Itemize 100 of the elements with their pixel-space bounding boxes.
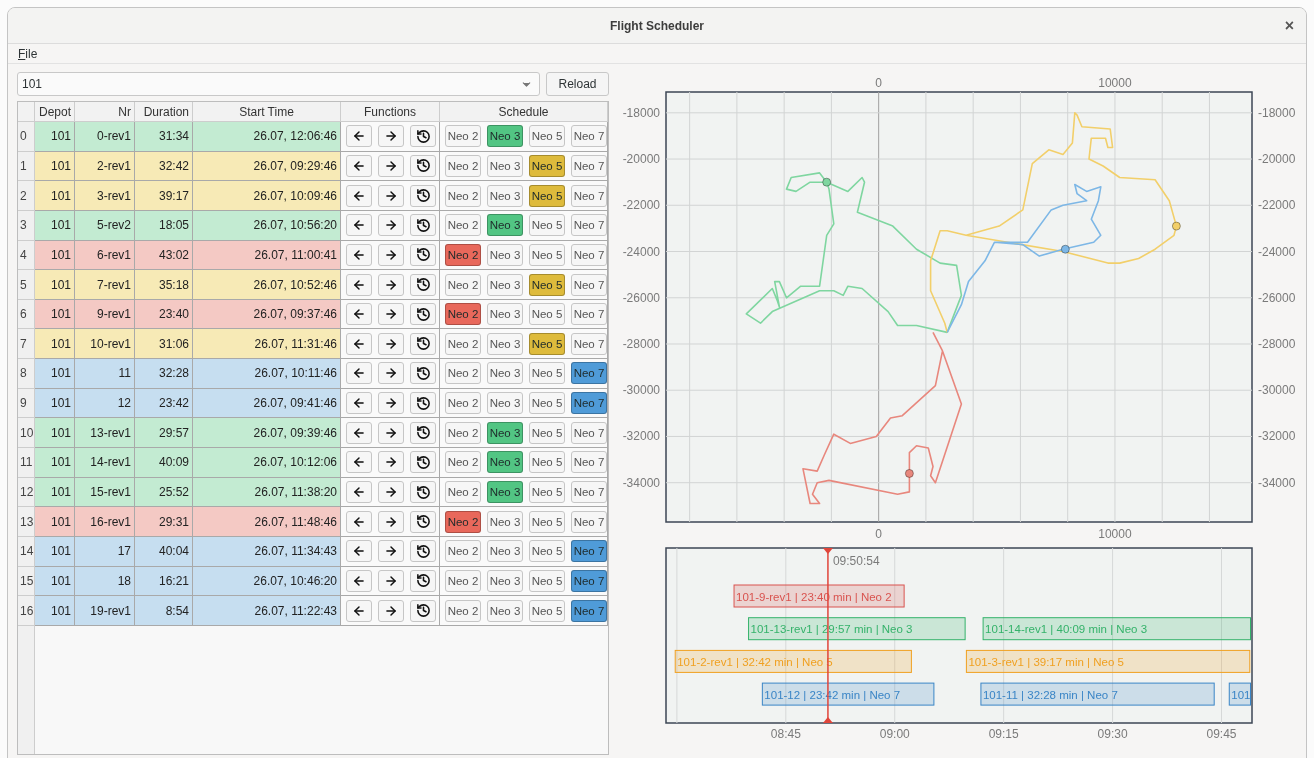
move-right-button[interactable]	[378, 510, 404, 533]
vehicle-toggle[interactable]: Neo 3	[487, 599, 523, 622]
vehicle-toggle[interactable]: Neo 3	[487, 481, 523, 503]
vehicle-toggle[interactable]: Neo 7	[571, 362, 607, 385]
move-left-button[interactable]	[346, 421, 372, 444]
vehicle-toggle[interactable]: Neo 5	[529, 481, 565, 503]
move-right-button[interactable]	[378, 184, 404, 207]
vehicle-toggle[interactable]: Neo 3	[487, 273, 523, 296]
reset-button[interactable]	[410, 392, 436, 415]
reset-button[interactable]	[410, 451, 436, 474]
vehicle-toggle[interactable]: Neo 2	[445, 125, 481, 148]
vehicle-toggle[interactable]: Neo 5	[529, 243, 565, 266]
vehicle-toggle[interactable]: Neo 2	[445, 243, 481, 266]
reset-button[interactable]	[410, 125, 436, 148]
vehicle-toggle[interactable]: Neo 3	[487, 421, 523, 444]
vehicle-toggle[interactable]: Neo 2	[445, 421, 481, 444]
vehicle-toggle[interactable]: Neo 7	[571, 569, 607, 592]
vehicle-toggle[interactable]: Neo 7	[571, 540, 607, 563]
vehicle-toggle[interactable]: Neo 3	[487, 125, 523, 148]
reset-button[interactable]	[410, 599, 436, 622]
move-right-button[interactable]	[378, 569, 404, 592]
column-header[interactable]: Depot	[35, 102, 75, 122]
move-right-button[interactable]	[378, 599, 404, 622]
move-left-button[interactable]	[346, 154, 372, 177]
reset-button[interactable]	[410, 303, 436, 326]
column-header[interactable]: Functions	[341, 102, 440, 122]
vehicle-toggle[interactable]: Neo 2	[445, 510, 481, 533]
vehicle-toggle[interactable]: Neo 7	[571, 184, 607, 207]
reset-button[interactable]	[410, 154, 436, 177]
vehicle-toggle[interactable]: Neo 2	[445, 362, 481, 385]
reset-button[interactable]	[410, 510, 436, 533]
move-right-button[interactable]	[378, 154, 404, 177]
vehicle-toggle[interactable]: Neo 2	[445, 214, 481, 237]
menu-item[interactable]: File	[18, 46, 38, 61]
vehicle-toggle[interactable]: Neo 5	[529, 273, 565, 296]
move-left-button[interactable]	[346, 332, 372, 355]
vehicle-toggle[interactable]: Neo 2	[445, 481, 481, 503]
vehicle-toggle[interactable]: Neo 3	[487, 540, 523, 563]
vehicle-toggle[interactable]: Neo 7	[571, 214, 607, 237]
vehicle-toggle[interactable]: Neo 7	[571, 392, 607, 415]
vehicle-toggle[interactable]: Neo 2	[445, 392, 481, 415]
reset-button[interactable]	[410, 540, 436, 563]
move-right-button[interactable]	[378, 273, 404, 296]
vehicle-toggle[interactable]: Neo 5	[529, 421, 565, 444]
move-left-button[interactable]	[346, 125, 372, 148]
move-left-button[interactable]	[346, 481, 372, 503]
vehicle-toggle[interactable]: Neo 2	[445, 273, 481, 296]
move-right-button[interactable]	[378, 362, 404, 385]
move-left-button[interactable]	[346, 599, 372, 622]
vehicle-toggle[interactable]: Neo 5	[529, 214, 565, 237]
close-button[interactable]: ×	[1280, 16, 1298, 35]
vehicle-toggle[interactable]: Neo 5	[529, 540, 565, 563]
vehicle-toggle[interactable]: Neo 3	[487, 243, 523, 266]
depot-select[interactable]: 101	[17, 72, 540, 96]
move-left-button[interactable]	[346, 362, 372, 385]
vehicle-toggle[interactable]: Neo 3	[487, 332, 523, 355]
vehicle-toggle[interactable]: Neo 7	[571, 273, 607, 296]
vehicle-toggle[interactable]: Neo 3	[487, 362, 523, 385]
vehicle-toggle[interactable]: Neo 7	[571, 125, 607, 148]
move-left-button[interactable]	[346, 451, 372, 474]
vehicle-toggle[interactable]: Neo 2	[445, 303, 481, 326]
vehicle-toggle[interactable]: Neo 5	[529, 125, 565, 148]
vehicle-toggle[interactable]: Neo 5	[529, 303, 565, 326]
vehicle-toggle[interactable]: Neo 7	[571, 481, 607, 503]
vehicle-toggle[interactable]: Neo 7	[571, 243, 607, 266]
vehicle-toggle[interactable]: Neo 2	[445, 540, 481, 563]
reset-button[interactable]	[410, 214, 436, 237]
vehicle-toggle[interactable]: Neo 7	[571, 154, 607, 177]
move-right-button[interactable]	[378, 481, 404, 503]
reset-button[interactable]	[410, 362, 436, 385]
move-right-button[interactable]	[378, 421, 404, 444]
move-left-button[interactable]	[346, 510, 372, 533]
reset-button[interactable]	[410, 184, 436, 207]
move-left-button[interactable]	[346, 184, 372, 207]
move-right-button[interactable]	[378, 125, 404, 148]
move-left-button[interactable]	[346, 392, 372, 415]
vehicle-toggle[interactable]: Neo 7	[571, 510, 607, 533]
vehicle-toggle[interactable]: Neo 7	[571, 451, 607, 474]
vehicle-toggle[interactable]: Neo 3	[487, 154, 523, 177]
move-right-button[interactable]	[378, 332, 404, 355]
reset-button[interactable]	[410, 481, 436, 503]
column-header[interactable]: Schedule	[440, 102, 608, 122]
column-header[interactable]: Nr	[75, 102, 135, 122]
column-header[interactable]: Start Time	[193, 102, 341, 122]
move-left-button[interactable]	[346, 303, 372, 326]
move-right-button[interactable]	[378, 392, 404, 415]
vehicle-toggle[interactable]: Neo 5	[529, 392, 565, 415]
vehicle-toggle[interactable]: Neo 5	[529, 510, 565, 533]
vehicle-toggle[interactable]: Neo 5	[529, 332, 565, 355]
vehicle-toggle[interactable]: Neo 3	[487, 510, 523, 533]
move-right-button[interactable]	[378, 451, 404, 474]
vehicle-toggle[interactable]: Neo 5	[529, 184, 565, 207]
vehicle-toggle[interactable]: Neo 5	[529, 569, 565, 592]
vehicle-toggle[interactable]: Neo 3	[487, 214, 523, 237]
vehicle-toggle[interactable]: Neo 7	[571, 332, 607, 355]
vehicle-toggle[interactable]: Neo 7	[571, 599, 607, 622]
vehicle-toggle[interactable]: Neo 5	[529, 451, 565, 474]
reset-button[interactable]	[410, 569, 436, 592]
reset-button[interactable]	[410, 243, 436, 266]
vehicle-toggle[interactable]: Neo 5	[529, 154, 565, 177]
